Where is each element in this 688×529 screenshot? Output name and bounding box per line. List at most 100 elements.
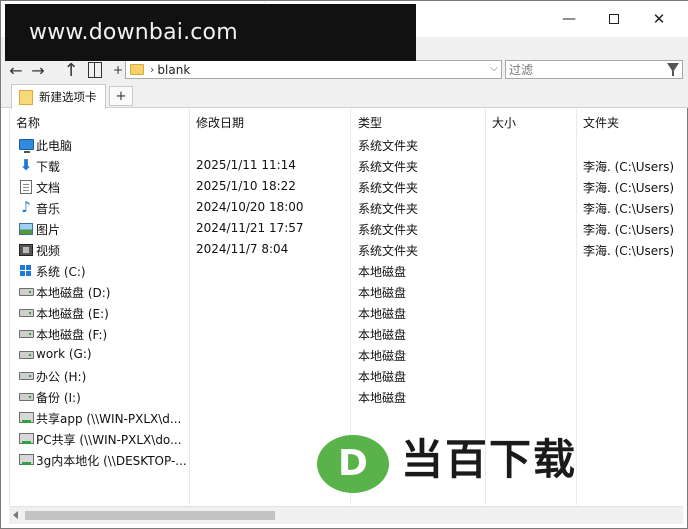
video-icon — [18, 242, 34, 257]
list-item[interactable]: 本地磁盘 (E:) 本地磁盘 — [10, 302, 683, 323]
minimize-button[interactable]: — — [546, 5, 592, 33]
address-text: blank — [157, 62, 191, 77]
horizontal-scrollbar[interactable] — [9, 506, 683, 524]
item-type: 本地磁盘 — [358, 307, 407, 321]
watermark-banner: www.downbai.com — [5, 4, 416, 61]
list-item[interactable]: 文档 2025/1/10 18:22 系统文件夹 李海. (C:\Users) — [10, 176, 683, 197]
item-name: 下载 — [36, 160, 61, 174]
new-tab-button[interactable]: + — [109, 86, 133, 106]
list-item[interactable]: 本地磁盘 (D:) 本地磁盘 — [10, 281, 683, 302]
drive-icon — [18, 347, 34, 362]
column-header-date[interactable]: 修改日期 — [196, 114, 244, 131]
watermark-text: www.downbai.com — [29, 20, 238, 45]
item-type: 本地磁盘 — [358, 328, 407, 342]
item-type: 本地磁盘 — [358, 265, 407, 279]
item-name: 文档 — [36, 181, 61, 195]
back-arrow-icon[interactable]: ← — [7, 59, 25, 81]
item-name: 本地磁盘 (D:) — [36, 286, 111, 300]
folder-icon — [19, 89, 33, 105]
list-item[interactable]: 共享app (\\WIN-PXLX\d... — [10, 407, 683, 428]
item-name: 音乐 — [36, 202, 61, 216]
item-name: 办公 (H:) — [36, 370, 87, 384]
item-name: 此电脑 — [36, 139, 73, 153]
address-dropdown-icon[interactable]: ⌵ — [490, 63, 498, 74]
scroll-left-icon[interactable] — [13, 511, 18, 519]
column-headers: 名称 修改日期 类型 大小 文件夹 — [10, 109, 683, 133]
network-drive-icon — [18, 431, 34, 446]
logo-letter: D — [338, 443, 368, 484]
address-bar[interactable]: › blank ⌵ — [125, 60, 502, 79]
network-drive-icon — [18, 452, 34, 467]
music-icon: ♪ — [21, 198, 31, 216]
item-date: 2025/1/10 18:22 — [196, 179, 296, 193]
list-item[interactable]: 本地磁盘 (F:) 本地磁盘 — [10, 323, 683, 344]
windows-drive-icon — [18, 263, 34, 278]
tab-new[interactable]: 新建选项卡 — [11, 84, 106, 109]
close-button[interactable]: ✕ — [636, 5, 682, 33]
list-item[interactable]: 视频 2024/11/7 8:04 系统文件夹 李海. (C:\Users) — [10, 239, 683, 260]
item-name: 本地磁盘 (E:) — [36, 307, 109, 321]
list-item[interactable]: work (G:) 本地磁盘 — [10, 344, 683, 365]
up-arrow-icon[interactable]: ↑ — [63, 59, 79, 81]
list-item[interactable]: 备份 (I:) 本地磁盘 — [10, 386, 683, 407]
network-drive-icon — [18, 410, 34, 425]
add-icon[interactable]: + — [111, 59, 125, 81]
item-name: 系统 (C:) — [36, 265, 86, 279]
item-type: 本地磁盘 — [358, 370, 407, 384]
item-name: 本地磁盘 (F:) — [36, 328, 108, 342]
list-item[interactable]: ♪ 音乐 2024/10/20 18:00 系统文件夹 李海. (C:\Users) — [10, 197, 683, 218]
document-icon — [18, 179, 34, 194]
item-folder: 李海. (C:\Users) — [583, 223, 675, 237]
list-item[interactable]: 办公 (H:) 本地磁盘 — [10, 365, 683, 386]
toggle-pane-icon[interactable] — [85, 59, 105, 81]
item-name: 视频 — [36, 244, 61, 258]
item-type: 系统文件夹 — [358, 223, 419, 237]
item-type: 系统文件夹 — [358, 202, 419, 216]
item-folder: 李海. (C:\Users) — [583, 202, 675, 216]
site-logo: D 当百下载 — [317, 435, 657, 495]
tab-label: 新建选项卡 — [39, 90, 97, 104]
tab-strip: 新建选项卡 + — [1, 81, 688, 109]
list-item[interactable]: ⬇ 下载 2025/1/11 11:14 系统文件夹 李海. (C:\Users) — [10, 155, 683, 176]
folder-icon — [130, 64, 144, 75]
item-type: 系统文件夹 — [358, 244, 419, 258]
drive-icon — [18, 368, 34, 383]
item-date: 2024/11/21 17:57 — [196, 221, 304, 235]
drive-icon — [18, 326, 34, 341]
item-name: 备份 (I:) — [36, 391, 81, 405]
item-folder: 李海. (C:\Users) — [583, 181, 675, 195]
filter-funnel-icon[interactable] — [667, 63, 679, 76]
maximize-icon — [609, 14, 619, 24]
item-folder: 李海. (C:\Users) — [583, 160, 675, 174]
breadcrumb-chevron-icon[interactable]: › — [150, 63, 154, 76]
item-folder: 李海. (C:\Users) — [583, 244, 675, 258]
column-header-type[interactable]: 类型 — [358, 114, 382, 131]
list-item[interactable]: 系统 (C:) 本地磁盘 — [10, 260, 683, 281]
column-header-size[interactable]: 大小 — [492, 114, 516, 131]
column-header-name[interactable]: 名称 — [16, 114, 40, 131]
item-type: 本地磁盘 — [358, 349, 407, 363]
item-date: 2024/10/20 18:00 — [196, 200, 304, 214]
item-date: 2025/1/11 11:14 — [196, 158, 296, 172]
scrollbar-thumb[interactable] — [25, 511, 275, 520]
maximize-button[interactable] — [591, 5, 637, 33]
drive-icon — [18, 389, 34, 404]
navigation-bar: ← → ↑ + › blank ⌵ 过滤 — [1, 59, 688, 81]
item-name: work (G:) — [36, 347, 92, 361]
item-name: 图片 — [36, 223, 61, 237]
picture-icon — [18, 221, 34, 236]
column-header-folder[interactable]: 文件夹 — [583, 114, 619, 131]
item-type: 本地磁盘 — [358, 391, 407, 405]
item-name: PC共享 (\\WIN-PXLX\do... — [36, 433, 182, 447]
list-item[interactable]: 图片 2024/11/21 17:57 系统文件夹 李海. (C:\Users) — [10, 218, 683, 239]
forward-arrow-icon[interactable]: → — [29, 59, 47, 81]
logo-text: 当百下载 — [401, 435, 578, 484]
filter-input[interactable]: 过滤 — [505, 60, 683, 79]
item-type: 系统文件夹 — [358, 181, 419, 195]
file-explorer-window: — ✕ ← → ↑ + › blank ⌵ 过滤 新建选项卡 + 名称 修改日期… — [0, 0, 688, 529]
drive-icon — [18, 305, 34, 320]
item-name: 共享app (\\WIN-PXLX\d... — [36, 412, 182, 426]
list-item[interactable]: 此电脑 系统文件夹 — [10, 134, 683, 155]
logo-mark: D — [317, 435, 389, 493]
item-date: 2024/11/7 8:04 — [196, 242, 289, 256]
